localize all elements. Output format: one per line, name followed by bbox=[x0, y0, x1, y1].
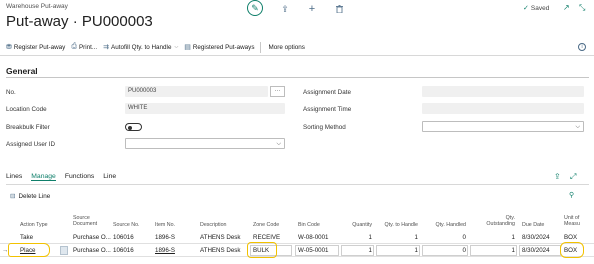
cell-quantity: 1 bbox=[368, 247, 372, 254]
register-icon: ⛃ bbox=[6, 44, 12, 51]
cell-qty-to-handle[interactable]: 1 bbox=[378, 247, 418, 254]
chevron-down-icon: ⌵ bbox=[575, 124, 580, 130]
column-header-qty-handled[interactable]: Qty. Handled bbox=[428, 222, 466, 228]
general-section-title[interactable]: General bbox=[6, 66, 38, 76]
cell-item-no[interactable]: 1896-S bbox=[155, 247, 175, 254]
action-bar: ⛃ Register Put-away ⎙ Print... ⇉ Autofil… bbox=[0, 39, 594, 56]
delete-line-button[interactable]: ⊟ Delete Line bbox=[10, 192, 50, 201]
cell-description: ATHENS Desk bbox=[200, 247, 241, 254]
registered-list-icon: ▤ bbox=[184, 44, 191, 51]
saved-status: ✓ Saved bbox=[523, 4, 550, 13]
cell-zone-code[interactable]: RECEIVE bbox=[253, 234, 280, 241]
cell-qty-handled: 0 bbox=[462, 247, 466, 254]
tab-line[interactable]: Line bbox=[103, 173, 116, 181]
sorting-method-select[interactable]: ⌵ bbox=[422, 121, 584, 132]
assigned-user-label: Assigned User ID bbox=[6, 141, 55, 148]
divider bbox=[6, 77, 589, 78]
edit-icon[interactable]: ✎ bbox=[247, 0, 263, 16]
row-context-menu-icon[interactable] bbox=[60, 246, 68, 255]
registered-putaways-button[interactable]: ▤ Registered Put-aways bbox=[184, 39, 254, 56]
register-putaway-button[interactable]: ⛃ Register Put-away bbox=[6, 39, 65, 56]
cell-bin-code[interactable]: W-08-0001 bbox=[298, 234, 329, 241]
sorting-method-label: Sorting Method bbox=[303, 124, 346, 131]
delete-line-icon: ⊟ bbox=[10, 193, 16, 200]
lines-title[interactable]: Lines bbox=[6, 173, 22, 181]
table-row-selected[interactable]: → Place Purchase O... 106016 1896-S ATHE… bbox=[0, 244, 594, 257]
column-header-action-type[interactable]: Action Type bbox=[20, 222, 48, 228]
cell-quantity: 1 bbox=[368, 234, 372, 241]
share-icon[interactable]: ⇪ bbox=[554, 172, 561, 181]
highlight-annotation-box bbox=[560, 242, 584, 258]
new-icon[interactable]: + bbox=[306, 2, 318, 16]
divider bbox=[6, 184, 589, 185]
column-header-bin-code[interactable]: Bin Code bbox=[298, 222, 320, 228]
column-header-due-date[interactable]: Due Date bbox=[522, 222, 544, 228]
no-field[interactable]: PU000003 bbox=[125, 86, 268, 97]
column-header-qty-to-handle[interactable]: Qty. to Handle bbox=[378, 222, 418, 228]
cell-qty-outstanding: 1 bbox=[511, 234, 515, 241]
cell-unit-of-measure[interactable]: BOX bbox=[564, 234, 577, 241]
column-header-quantity[interactable]: Quantity bbox=[340, 222, 372, 228]
column-header-description[interactable]: Description bbox=[200, 222, 227, 228]
highlight-annotation-bulk bbox=[247, 242, 277, 258]
assignment-date-label: Assignment Date bbox=[303, 89, 351, 96]
cell-qty-outstanding: 1 bbox=[511, 247, 515, 254]
cell-qty-to-handle[interactable]: 1 bbox=[378, 234, 418, 241]
column-header-zone-code[interactable]: Zone Code bbox=[253, 222, 279, 228]
cell-action-type: Take bbox=[20, 234, 34, 241]
more-options-button[interactable]: More options bbox=[268, 39, 304, 56]
no-label: No. bbox=[6, 89, 16, 96]
cell-due-date[interactable]: 8/30/2024 bbox=[522, 234, 550, 241]
chevron-down-icon: ⌵ bbox=[276, 141, 281, 147]
info-icon[interactable]: i bbox=[578, 43, 586, 51]
cell-source-document: Purchase O... bbox=[73, 247, 111, 254]
column-header-source-document[interactable]: Source Document bbox=[73, 215, 97, 227]
printer-icon: ⎙ bbox=[71, 43, 77, 50]
breadcrumb[interactable]: Warehouse Put-away bbox=[6, 3, 68, 10]
cell-qty-handled: 0 bbox=[462, 234, 466, 241]
cell-item-no[interactable]: 1896-S bbox=[155, 234, 175, 241]
open-in-new-window-icon[interactable]: ↗ bbox=[563, 3, 570, 12]
share-icon[interactable]: ⇪ bbox=[279, 2, 291, 16]
saved-label: Saved bbox=[530, 4, 550, 12]
cell-source-no: 106016 bbox=[113, 247, 134, 254]
toggle-knob bbox=[128, 125, 132, 130]
cell-due-date[interactable]: 8/30/2024 bbox=[522, 247, 550, 254]
cell-bin-code[interactable]: W-05-0001 bbox=[298, 247, 329, 254]
page-header: Warehouse Put-away Put-away · PU000003 ✎… bbox=[0, 0, 594, 40]
check-icon: ✓ bbox=[523, 5, 529, 12]
column-header-source-no[interactable]: Source No. bbox=[113, 222, 140, 228]
print-button[interactable]: ⎙ Print... bbox=[71, 39, 97, 56]
table-row[interactable]: Take Purchase O... 106016 1896-S ATHENS … bbox=[0, 231, 594, 244]
highlight-annotation-place bbox=[8, 243, 50, 257]
assigned-user-select[interactable]: ⌵ bbox=[125, 138, 285, 149]
autofill-qty-button[interactable]: ⇉ Autofill Qty. to Handle ⌵ bbox=[103, 39, 178, 56]
page-title: Put-away · PU000003 bbox=[6, 13, 153, 30]
assignment-time-label: Assignment Time bbox=[303, 106, 352, 113]
location-code-label: Location Code bbox=[6, 106, 47, 113]
breakbulk-filter-toggle[interactable] bbox=[125, 123, 142, 131]
collapse-icon[interactable]: ⤡ bbox=[579, 3, 585, 13]
expand-icon[interactable]: ⤢ bbox=[570, 172, 576, 182]
lines-tabs: Lines Manage Functions Line bbox=[6, 173, 116, 181]
breakbulk-filter-label: Breakbulk Filter bbox=[6, 124, 50, 131]
delete-icon[interactable] bbox=[333, 2, 345, 16]
assignment-date-field bbox=[422, 86, 584, 97]
chevron-down-icon[interactable]: ⌵ bbox=[174, 44, 178, 50]
cell-description: ATHENS Desk bbox=[200, 234, 241, 241]
location-code-field: WHITE bbox=[125, 103, 285, 114]
tab-functions[interactable]: Functions bbox=[65, 173, 94, 181]
cell-source-no: 106016 bbox=[113, 234, 134, 241]
column-header-unit-of-measure[interactable]: Unit of Measu bbox=[564, 215, 580, 227]
tab-manage[interactable]: Manage bbox=[31, 173, 56, 181]
assignment-time-field bbox=[422, 103, 584, 114]
personalize-icon[interactable]: ⚲ bbox=[569, 191, 574, 199]
autofill-icon: ⇉ bbox=[103, 44, 110, 51]
column-header-qty-outstanding[interactable]: Qty. Outstanding bbox=[478, 215, 515, 227]
divider bbox=[260, 41, 262, 53]
assist-edit-button[interactable]: ··· bbox=[270, 86, 285, 97]
column-header-item-no[interactable]: Item No. bbox=[155, 222, 175, 228]
cell-source-document: Purchase O... bbox=[73, 234, 111, 241]
